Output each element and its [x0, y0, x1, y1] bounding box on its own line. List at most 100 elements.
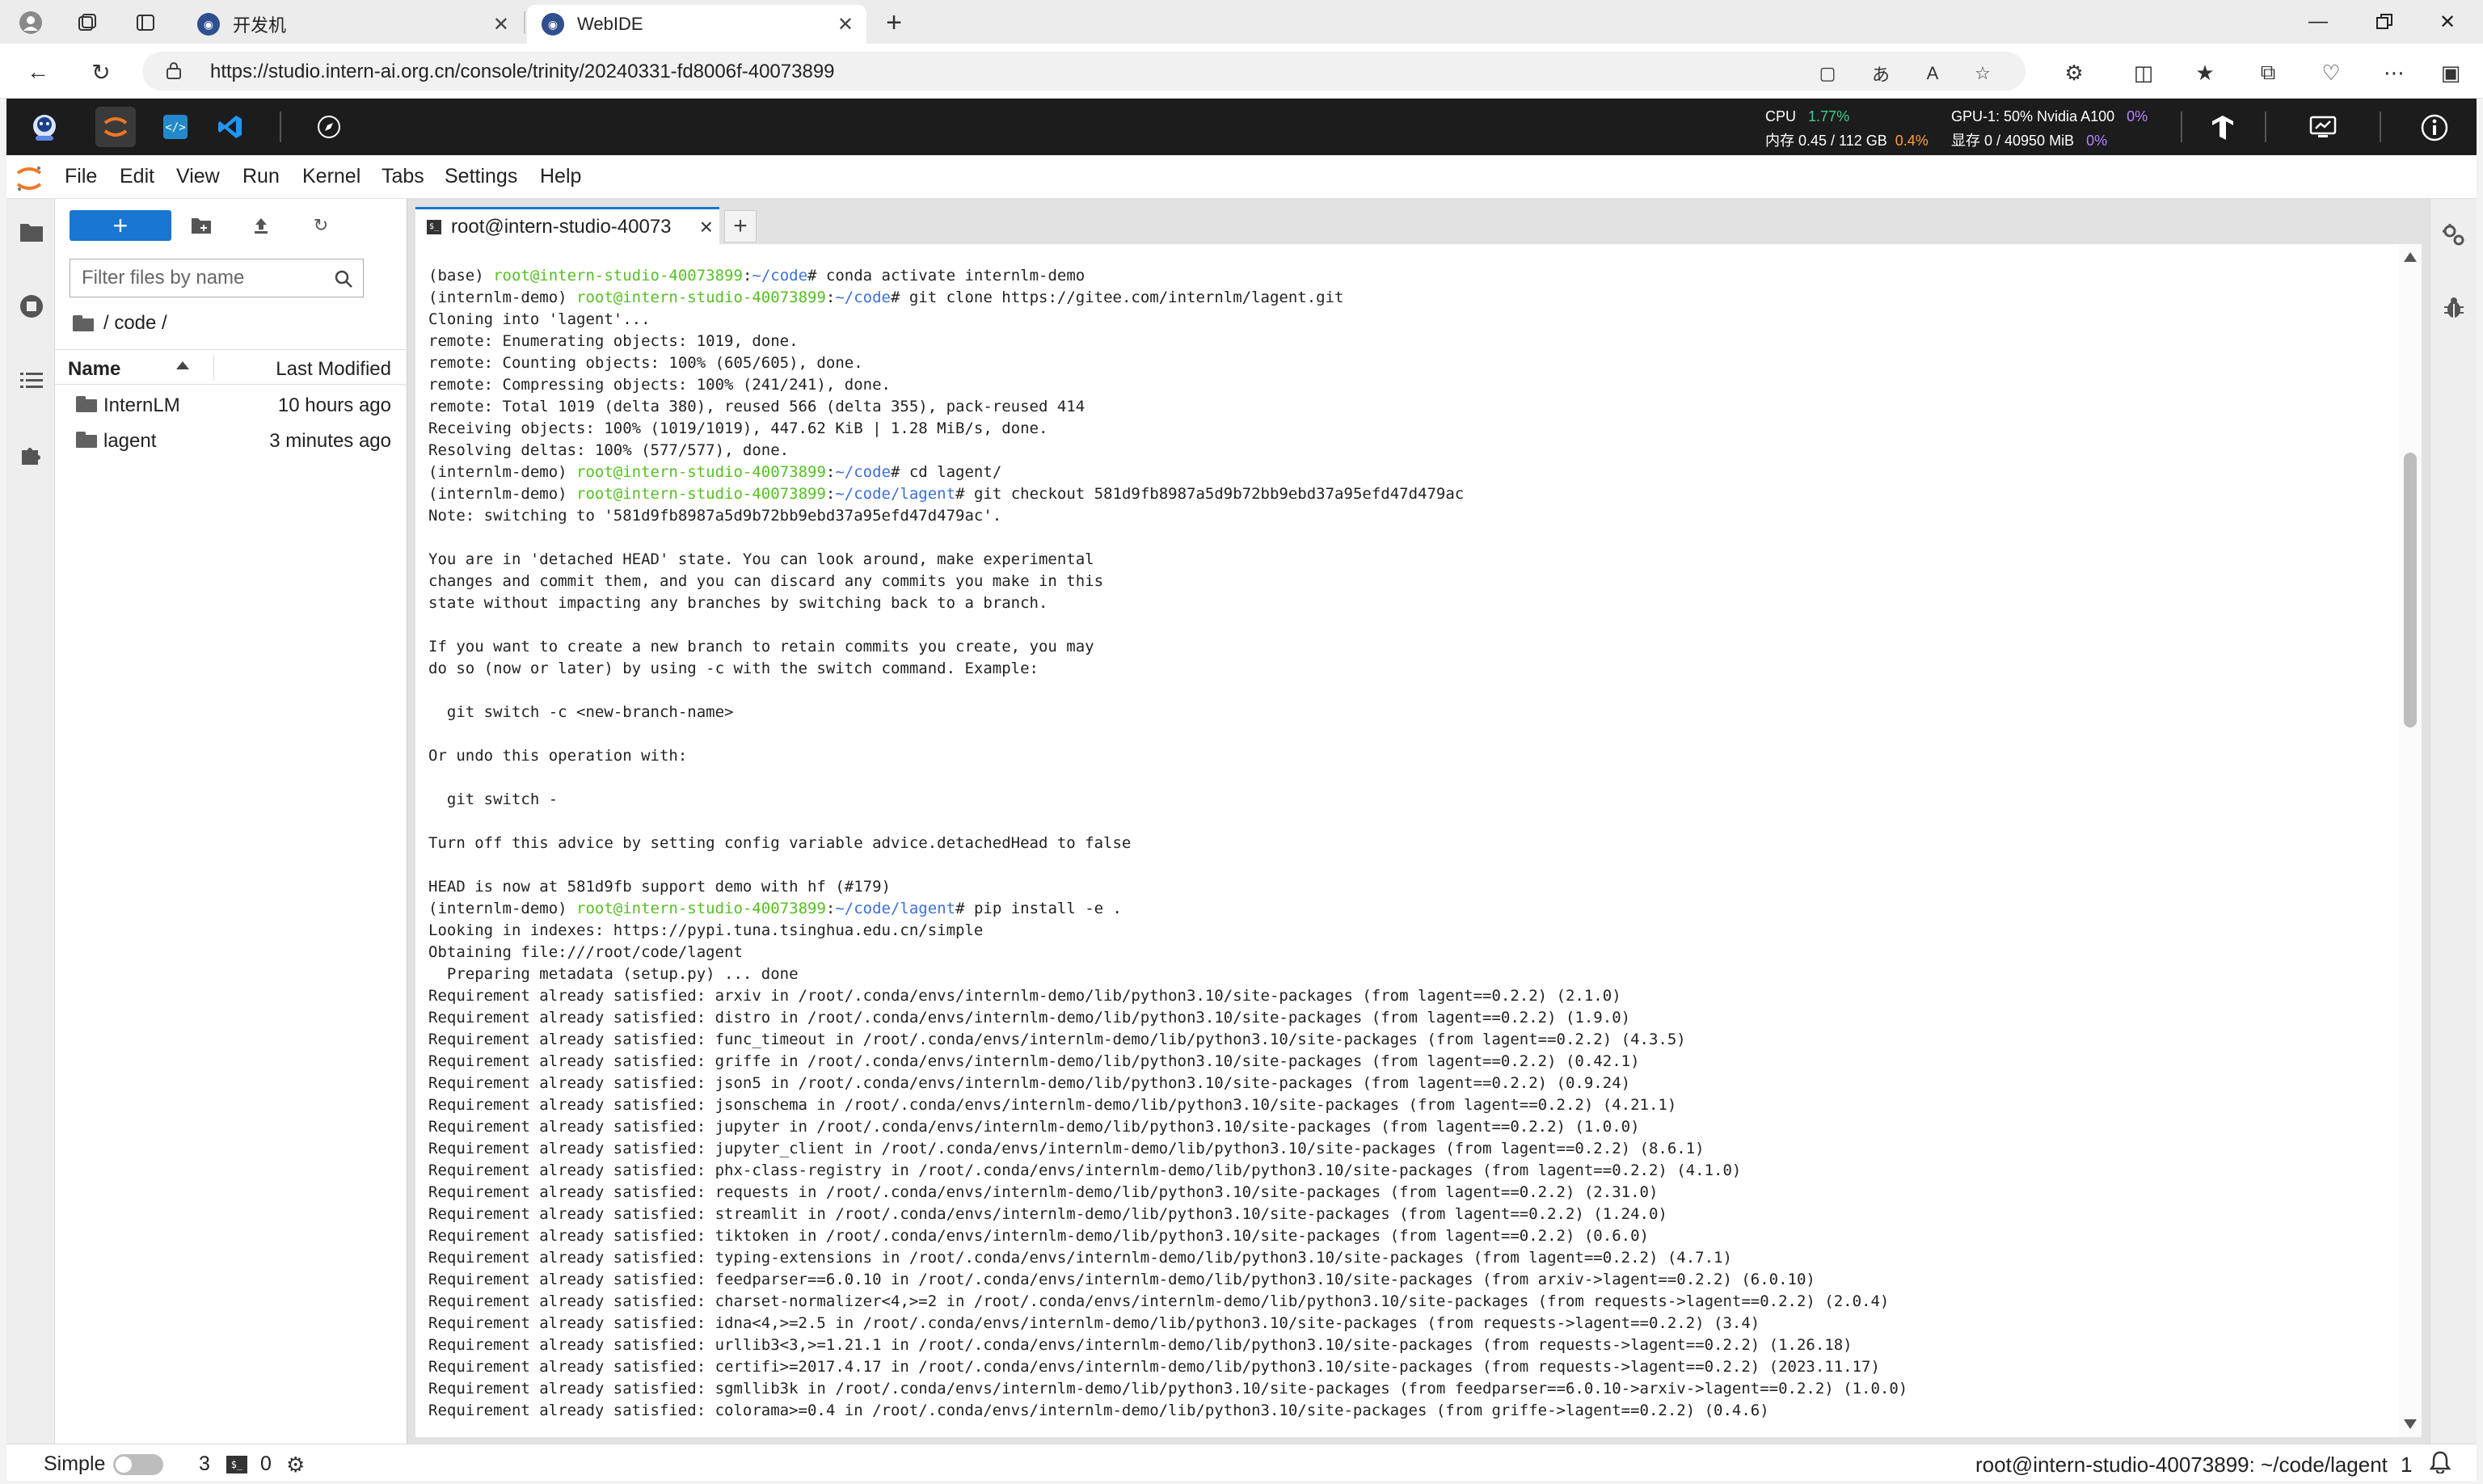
- tab-actions-icon[interactable]: [129, 6, 162, 39]
- menu-view[interactable]: View: [176, 165, 220, 188]
- extension-manager-icon[interactable]: [18, 441, 45, 469]
- favorite-star-icon[interactable]: ☆: [1971, 61, 1995, 86]
- terminal-line: remote: Compressing objects: 100% (241/2…: [428, 374, 1908, 396]
- workspaces-icon[interactable]: [71, 6, 103, 39]
- column-modified-header[interactable]: Last Modified: [276, 358, 391, 381]
- split-screen-icon[interactable]: ◫: [2129, 58, 2158, 87]
- sort-ascending-icon[interactable]: [176, 361, 189, 369]
- browser-tab-devmachine[interactable]: ◉ 开发机 ✕: [183, 5, 522, 44]
- kernel-count[interactable]: 3: [199, 1452, 210, 1476]
- add-tab-button[interactable]: +: [724, 210, 757, 242]
- terminal-text: Or undo this operation with:: [428, 747, 688, 765]
- header-divider: [280, 112, 281, 142]
- bell-icon[interactable]: [2429, 1451, 2451, 1479]
- menu-run[interactable]: Run: [242, 165, 280, 188]
- reload-icon[interactable]: ↻: [84, 55, 118, 89]
- table-of-contents-icon[interactable]: [18, 367, 45, 394]
- restore-icon[interactable]: [2360, 5, 2409, 39]
- info-icon[interactable]: [2418, 112, 2451, 144]
- code-server-app-icon[interactable]: </>: [155, 107, 196, 147]
- terminal-output[interactable]: (base) root@intern-studio-40073899: ~/cod…: [415, 244, 2422, 1437]
- menu-edit[interactable]: Edit: [120, 165, 154, 188]
- monitor-icon[interactable]: [2307, 112, 2339, 144]
- notification-count[interactable]: 1: [2401, 1452, 2412, 1478]
- tensorflow-icon[interactable]: [2207, 112, 2239, 144]
- file-filter-input[interactable]: [70, 259, 329, 297]
- menu-tabs[interactable]: Tabs: [382, 165, 424, 188]
- jupyterlab-app-icon[interactable]: [95, 107, 136, 147]
- terminal-line: Requirement already satisfied: tiktoken …: [428, 1225, 1908, 1247]
- terminal-line: You are in 'detached HEAD' state. You ca…: [428, 549, 1908, 571]
- close-tab-icon[interactable]: ×: [700, 214, 713, 240]
- collections-icon[interactable]: ⧉: [2253, 58, 2283, 87]
- refresh-icon[interactable]: ↻: [309, 213, 333, 238]
- terminal-text: (internlm-demo): [428, 463, 577, 481]
- memory-stat: 内存 0.45 / 112 GB 0.4%: [1765, 129, 1929, 150]
- terminal-line: (internlm-demo) root@intern-studio-40073…: [428, 462, 1908, 483]
- translate-icon[interactable]: あ: [1869, 61, 1893, 86]
- browser-tab-title: WebIDE: [577, 14, 643, 34]
- terminal-tab[interactable]: $_ root@intern-studio-40073 ×: [415, 207, 719, 244]
- simple-mode-toggle[interactable]: [113, 1454, 163, 1475]
- terminal-line: state without impacting any branches by …: [428, 592, 1908, 614]
- new-launcher-button[interactable]: +: [70, 210, 171, 241]
- back-icon[interactable]: ←: [21, 55, 55, 89]
- prompt-host: root@intern-studio-40073899: [493, 267, 743, 285]
- upload-icon[interactable]: [249, 213, 273, 238]
- new-folder-icon[interactable]: [189, 213, 213, 238]
- terminal-icon[interactable]: $_: [226, 1456, 247, 1473]
- terminal-count[interactable]: 0: [260, 1452, 272, 1476]
- terminal-text: Requirement already satisfied: requests …: [428, 1183, 1659, 1201]
- debugger-icon[interactable]: [2440, 294, 2468, 322]
- terminal-line: Requirement already satisfied: requests …: [428, 1182, 1908, 1204]
- folder-icon: [73, 315, 94, 331]
- intern-logo-icon[interactable]: [24, 107, 65, 147]
- breadcrumb-path[interactable]: / code /: [103, 312, 167, 335]
- vscode-app-icon[interactable]: [210, 107, 251, 147]
- property-inspector-icon[interactable]: [2440, 221, 2468, 249]
- new-tab-icon[interactable]: +: [878, 6, 910, 39]
- scroll-up-icon[interactable]: [2404, 252, 2417, 262]
- reading-list-icon[interactable]: ▢: [1815, 61, 1840, 86]
- minimize-icon[interactable]: —: [2294, 5, 2342, 39]
- menu-help[interactable]: Help: [540, 165, 581, 188]
- menu-file[interactable]: File: [65, 165, 97, 188]
- menu-kernel[interactable]: Kernel: [302, 165, 360, 188]
- terminal-text: :: [742, 267, 752, 285]
- more-menu-icon[interactable]: ⋯: [2380, 58, 2409, 87]
- column-divider[interactable]: [213, 355, 214, 381]
- cpu-value: 1.77%: [1808, 108, 1850, 124]
- file-list-item[interactable]: InternLM 10 hours ago: [55, 386, 407, 422]
- scroll-down-icon[interactable]: [2404, 1419, 2417, 1429]
- left-activity-bar: [6, 199, 55, 1444]
- kernel-status-icon[interactable]: ⚙: [286, 1452, 305, 1478]
- prompt-path: ~/code/lagent: [835, 900, 956, 917]
- address-bar[interactable]: https://studio.intern-ai.org.cn/console/…: [142, 52, 2026, 91]
- terminal-text: (base): [428, 267, 494, 285]
- compass-icon[interactable]: [309, 107, 349, 147]
- close-window-icon[interactable]: ✕: [2423, 5, 2472, 39]
- browser-tab-webide[interactable]: ◉ WebIDE ✕: [527, 5, 866, 44]
- close-tab-icon[interactable]: ✕: [837, 13, 854, 36]
- terminal-scrollbar[interactable]: [2399, 244, 2422, 1437]
- file-list-item[interactable]: lagent 3 minutes ago: [55, 422, 407, 457]
- lock-icon: [167, 62, 181, 79]
- file-filter-field[interactable]: [70, 259, 364, 297]
- breadcrumb[interactable]: / code /: [73, 312, 167, 335]
- profile-icon[interactable]: [15, 6, 47, 39]
- terminal-text: # cd lagent/: [890, 463, 1002, 481]
- sidebar-toggle-icon[interactable]: ▣: [2436, 58, 2465, 87]
- read-aloud-icon[interactable]: A: [1920, 61, 1945, 86]
- browser-essentials-icon[interactable]: ♡: [2316, 58, 2346, 87]
- running-sessions-icon[interactable]: [18, 293, 45, 320]
- menu-settings[interactable]: Settings: [445, 165, 517, 188]
- column-name-header[interactable]: Name: [68, 358, 120, 381]
- extensions-icon[interactable]: ⚙: [2059, 58, 2089, 87]
- close-tab-icon[interactable]: ✕: [493, 13, 509, 36]
- scrollbar-thumb[interactable]: [2404, 453, 2417, 727]
- file-browser-icon[interactable]: [18, 218, 45, 246]
- webide-header: </> CPU 1.77% 内存 0.45 / 112 GB 0.4% GPU-…: [6, 99, 2477, 155]
- terminal-text: do so (now or later) by using -c with th…: [428, 660, 1039, 677]
- terminal-line: Or undo this operation with:: [428, 745, 1908, 767]
- favorites-icon[interactable]: ★: [2190, 58, 2220, 87]
